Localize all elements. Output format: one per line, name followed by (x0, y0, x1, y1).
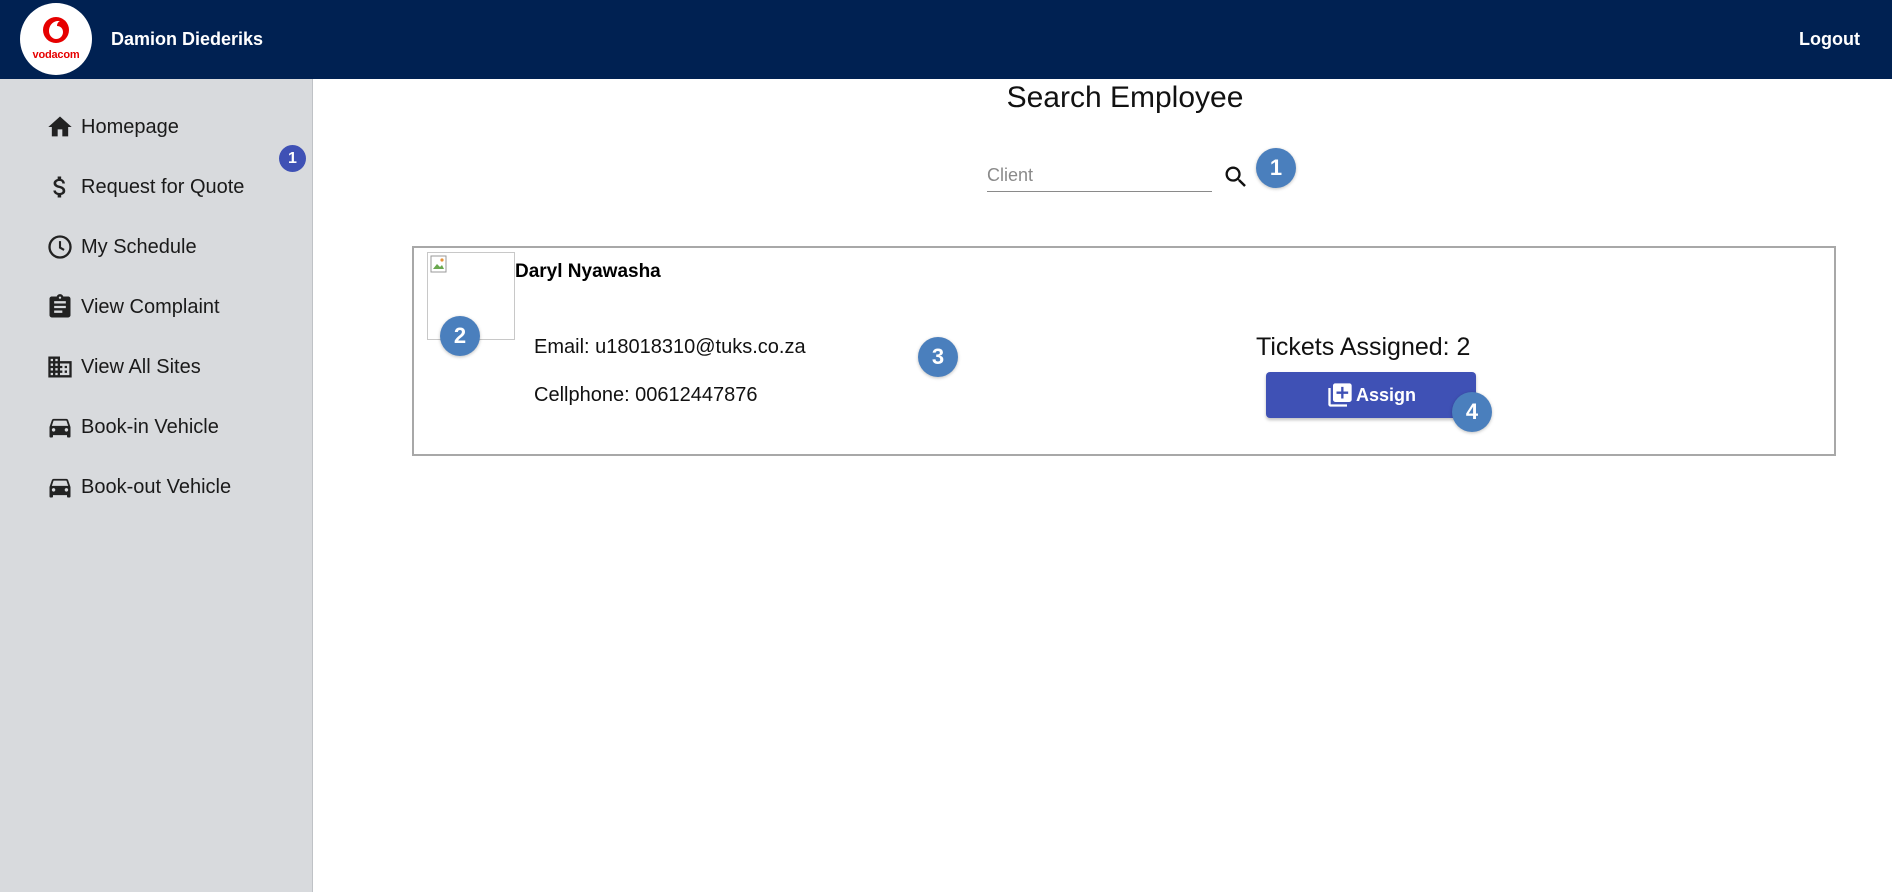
sidebar: Homepage Request for Quote My Schedule V… (0, 79, 313, 892)
employee-cellphone: Cellphone: 00612447876 (534, 384, 758, 406)
vodacom-speechmark-icon (43, 17, 69, 43)
clock-icon (46, 233, 74, 261)
top-bar: vodacom Damion Diederiks Logout (0, 0, 1892, 79)
sidebar-item-label: View All Sites (81, 355, 201, 378)
dollar-icon (46, 173, 74, 201)
employee-email: Email: u18018310@tuks.co.za (534, 336, 806, 358)
sidebar-item-label: View Complaint (81, 295, 220, 318)
annotation-marker-1: 1 (1256, 148, 1296, 188)
employee-name: Daryl Nyawasha (515, 261, 661, 282)
search-input[interactable] (987, 156, 1212, 192)
car-icon (46, 473, 74, 501)
sidebar-item-label: Book-out Vehicle (81, 475, 232, 498)
car-icon (46, 413, 74, 441)
assign-button[interactable]: Assign (1266, 372, 1476, 418)
vodacom-logo[interactable]: vodacom (20, 3, 92, 75)
annotation-marker-2: 2 (440, 316, 480, 356)
sidebar-item-label: Homepage (81, 115, 179, 138)
clipboard-icon (46, 293, 74, 321)
page-title: Search Employee (1006, 81, 1244, 114)
sidebar-item-label: Book-in Vehicle (81, 415, 219, 438)
sidebar-item-request-for-quote[interactable]: Request for Quote (46, 167, 244, 207)
logo-text: vodacom (32, 49, 80, 61)
sidebar-badge: 1 (279, 145, 306, 172)
sidebar-item-book-in-vehicle[interactable]: Book-in Vehicle (46, 407, 219, 447)
search-icon[interactable] (1222, 163, 1250, 191)
library-add-icon (1328, 383, 1352, 407)
annotation-marker-4: 4 (1452, 392, 1492, 432)
sidebar-item-book-out-vehicle[interactable]: Book-out Vehicle (46, 467, 231, 507)
broken-image-icon (430, 255, 447, 273)
assign-button-label: Assign (1355, 384, 1416, 405)
home-icon (46, 113, 74, 141)
logout-button[interactable]: Logout (1799, 29, 1860, 50)
sidebar-item-homepage[interactable]: Homepage (46, 107, 179, 147)
tickets-assigned: Tickets Assigned: 2 (1256, 333, 1471, 361)
sidebar-item-view-all-sites[interactable]: View All Sites (46, 347, 201, 387)
sidebar-item-my-schedule[interactable]: My Schedule (46, 227, 197, 267)
annotation-marker-3: 3 (918, 337, 958, 377)
building-icon (46, 353, 74, 381)
sidebar-item-view-complaint[interactable]: View Complaint (46, 287, 220, 327)
sidebar-item-label: Request for Quote (81, 175, 245, 198)
user-name: Damion Diederiks (111, 29, 264, 49)
sidebar-item-label: My Schedule (81, 235, 197, 258)
